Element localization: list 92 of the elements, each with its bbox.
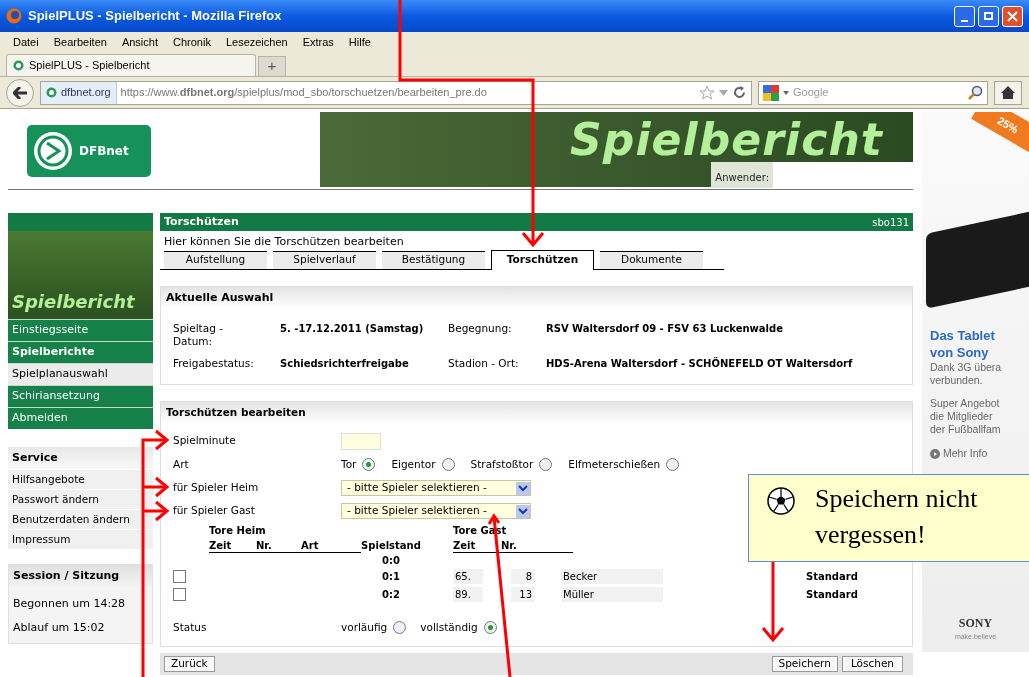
- address-bar[interactable]: dfbnet.org https://www.dfbnet.org/spielplus/mod_sbo/torschuetzen/bearbeiten_pre.do: [40, 80, 752, 105]
- column-header: Spielstand: [361, 538, 421, 553]
- reminder-tooltip: Speichern nicht vergessen!: [748, 474, 1029, 562]
- field-value: HDS-Arena Waltersdorf - SCHÖNEFELD OT Waltersdorf: [546, 357, 854, 370]
- service-header: Service: [8, 447, 153, 469]
- radio-label: vorläufig: [341, 619, 388, 635]
- field-label: Spieltag - Datum:: [173, 322, 224, 348]
- new-tab-button[interactable]: +: [258, 56, 286, 76]
- menu-item[interactable]: Chronik: [173, 33, 211, 51]
- sidebar-nav-item[interactable]: Abmelden: [8, 407, 153, 429]
- field-label: für Spieler Heim: [173, 480, 260, 496]
- menu-item[interactable]: Bearbeiten: [53, 33, 107, 51]
- menu-item[interactable]: Datei: [13, 33, 39, 51]
- player-name-cell: Becker: [561, 569, 663, 585]
- score-cell-text: 0:0: [382, 553, 400, 568]
- ad-headline: von Sony: [930, 344, 990, 361]
- ad-text: die Mitglieder: [930, 410, 994, 423]
- ad-text: verbunden.: [930, 374, 984, 387]
- radio-label: Elfmeterschießen: [568, 456, 661, 472]
- brand-logo: SONY: [958, 614, 993, 632]
- service-link[interactable]: Impressum: [8, 529, 153, 549]
- sidebar-banner: Spielbericht: [8, 231, 153, 319]
- time-cell: 65.: [453, 569, 483, 585]
- banner: Spielbericht Anwender:: [320, 112, 913, 187]
- player-select[interactable]: - bitte Spieler selektieren -: [341, 503, 531, 520]
- dfbnet-logo[interactable]: DFBnet: [27, 125, 151, 177]
- window-title: SpielPLUS - Spielbericht - Mozilla Firefox: [28, 7, 283, 26]
- intro-text: Hier können Sie die Torschützen bearbeiten: [163, 234, 405, 250]
- goal-type-cell: Standard: [806, 571, 858, 583]
- field-value: RSV Waltersdorf 09 - FSV 63 Luckenwalde: [546, 322, 784, 336]
- menu-item[interactable]: Hilfe: [348, 33, 371, 51]
- tab[interactable]: Aufstellung: [164, 250, 267, 269]
- back-button[interactable]: Zurück: [164, 655, 215, 672]
- tab[interactable]: Spielverlauf: [273, 250, 376, 269]
- site-identity[interactable]: dfbnet.org: [41, 81, 117, 104]
- service-link[interactable]: Benutzerdaten ändern: [8, 509, 153, 529]
- goal-type-cell: Standard: [806, 589, 858, 601]
- score-cell-text: 0:1: [381, 570, 401, 585]
- tab[interactable]: Bestätigung: [382, 250, 485, 269]
- tab[interactable]: Dokumente: [600, 250, 703, 269]
- panel-title: Aktuelle Auswahl: [161, 286, 912, 309]
- field-label: Art: [173, 456, 190, 472]
- column-header: Zeit: [453, 538, 477, 549]
- browser-tab[interactable]: SpielPLUS - Spielbericht: [6, 54, 256, 76]
- save-button[interactable]: Speichern: [771, 655, 838, 672]
- field-label: für Spieler Gast: [173, 503, 256, 519]
- time-cell: 89.: [453, 587, 483, 603]
- field-label: Status: [173, 619, 208, 635]
- sidebar-nav-item[interactable]: Spielberichte: [8, 341, 153, 363]
- sidebar-nav-item[interactable]: Schiriansetzung: [8, 385, 153, 407]
- service-link[interactable]: Passwort ändern: [8, 489, 153, 509]
- delete-button[interactable]: Löschen: [841, 655, 903, 672]
- session-info: Begonnen um 14:28: [12, 595, 127, 612]
- menu-item[interactable]: Extras: [302, 33, 334, 51]
- service-link[interactable]: Hilfsangebote: [8, 469, 153, 489]
- tab[interactable]: Torschützen: [491, 249, 594, 270]
- radio-label: vollständig: [420, 619, 478, 635]
- field-label: Spielminute: [173, 433, 237, 449]
- field-label: Freigabestatus:: [173, 357, 253, 370]
- column-group-header: Tore Heim: [209, 524, 266, 536]
- ad-headline: Das Tablet: [930, 327, 996, 344]
- ad-text: Super Angebot: [930, 397, 1001, 410]
- number-cell: 13: [511, 587, 535, 603]
- session-title: Session / Sitzung: [9, 565, 152, 588]
- ad-text: der Fußballfam: [930, 423, 1002, 436]
- player-select[interactable]: - bitte Spieler selektieren -: [341, 480, 531, 497]
- column-header: Nr.: [501, 538, 518, 549]
- ad-text: Dank 3G übera: [930, 361, 1003, 374]
- field-label: Begegnung:: [448, 322, 513, 336]
- sidebar-nav-item[interactable]: Spielplanauswahl: [8, 363, 153, 385]
- column-header: Art: [301, 538, 320, 552]
- more-info-link[interactable]: Mehr Info: [930, 446, 1021, 462]
- field-value: Schiedsrichterfreigabe: [280, 357, 410, 370]
- player-name-cell: Müller: [561, 587, 663, 603]
- menu-item[interactable]: Lesezeichen: [225, 33, 288, 51]
- field-label: Stadion - Ort:: [448, 357, 520, 370]
- sidebar-nav-item[interactable]: Einstiegsseite: [8, 319, 153, 341]
- radio-label: Strafstoßtor: [470, 456, 534, 472]
- column-header: Zeit: [209, 538, 233, 552]
- number-cell: 8: [511, 569, 535, 585]
- panel-title: Torschützen bearbeiten: [161, 402, 912, 424]
- user-label: Anwender:: [715, 171, 769, 185]
- section-header: Torschützen sbo131: [160, 213, 913, 231]
- score-cell-text: 0:2: [381, 588, 401, 603]
- url-text: https://www.dfbnet.org/spielplus/mod_sbo/torschuetzen/bearbeiten_pre.do: [120, 85, 488, 101]
- field-value: 5. -17.12.2011 (Samstag): [280, 322, 425, 336]
- session-info: Ablauf um 15:02: [12, 620, 106, 636]
- menu-item[interactable]: Ansicht: [121, 33, 158, 51]
- radio-label: Eigentor: [391, 456, 436, 472]
- discount-badge: 25%: [971, 112, 1029, 154]
- column-header: Nr.: [256, 538, 273, 552]
- radio-label: Tor: [341, 456, 357, 472]
